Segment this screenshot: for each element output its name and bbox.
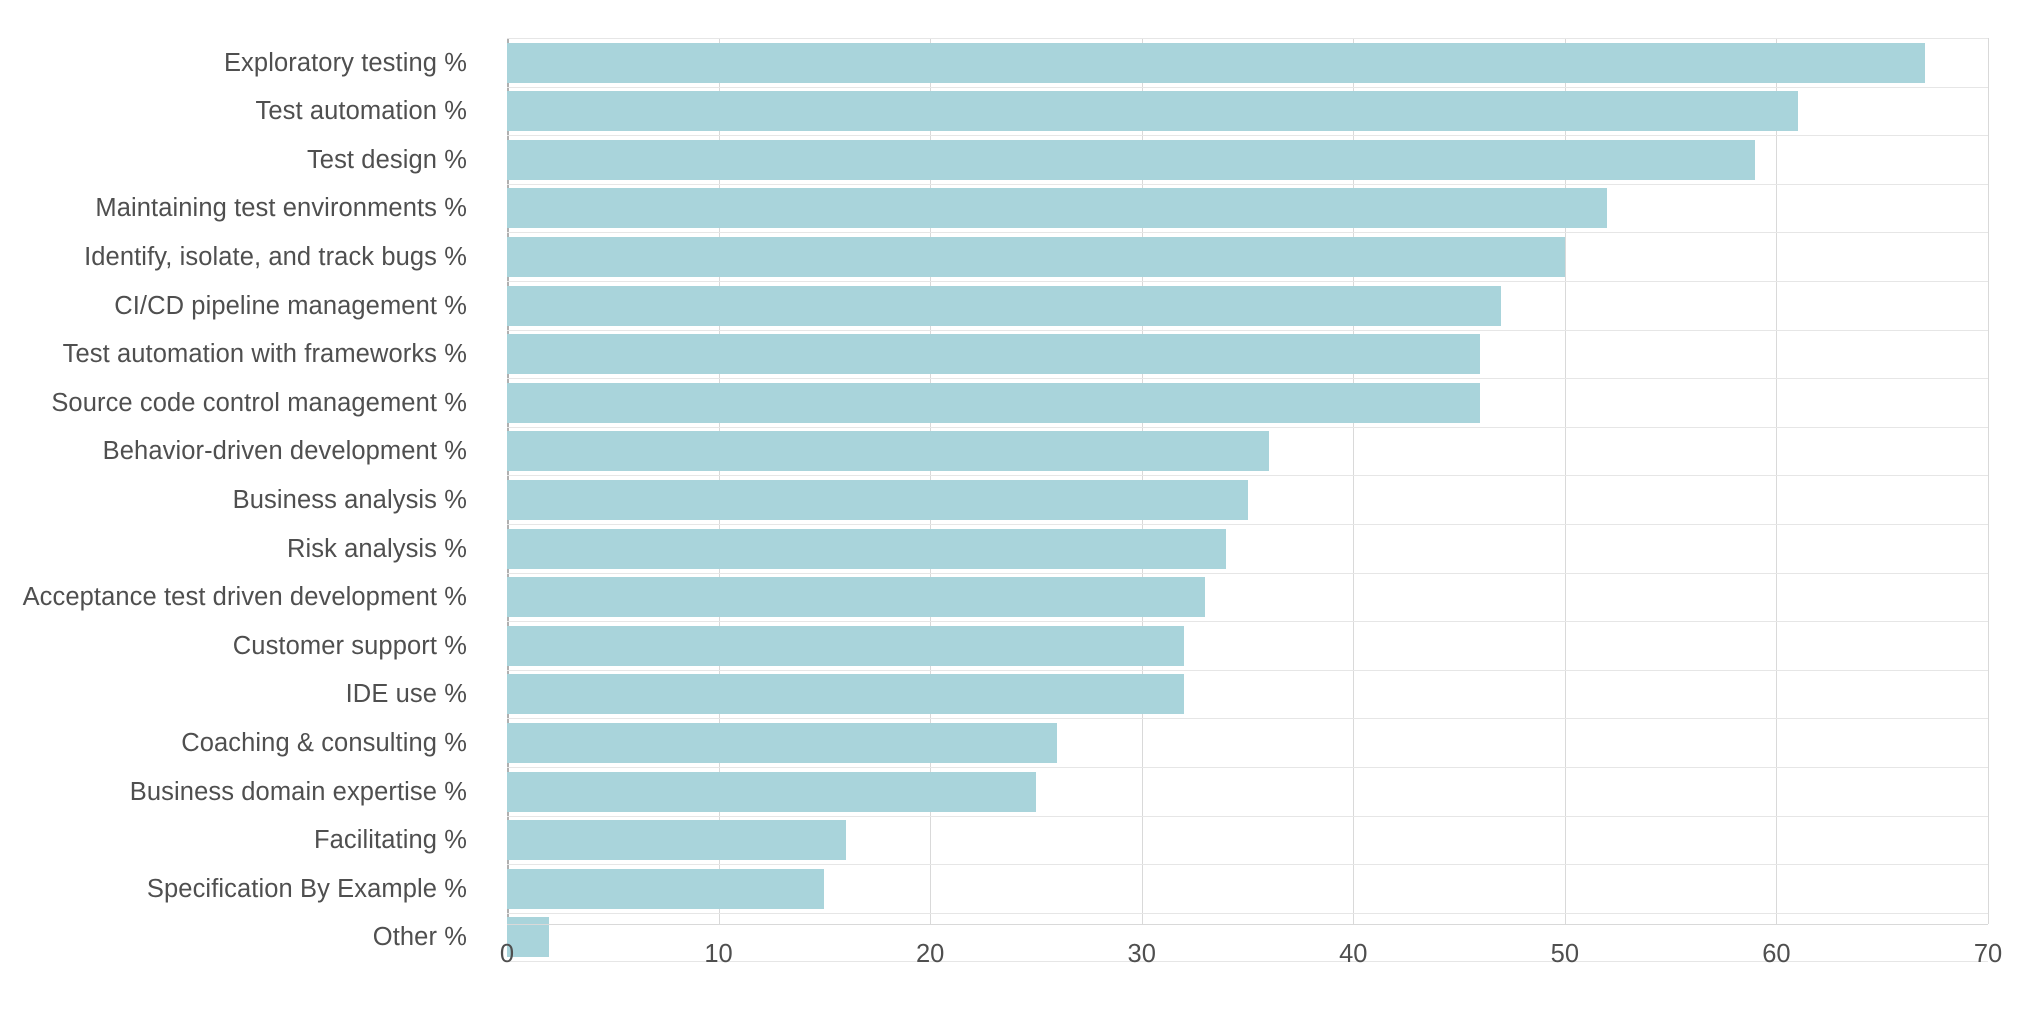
row-separator — [507, 86, 1988, 88]
row-separator — [507, 621, 1988, 623]
bar[interactable] — [507, 334, 1481, 375]
row-separator — [507, 815, 1988, 817]
bar[interactable] — [507, 577, 1206, 618]
x-tick-label-60: 60 — [1762, 940, 1791, 968]
bar[interactable] — [507, 139, 1756, 180]
y-axis-label: Maintaining test environments % — [95, 194, 467, 223]
y-axis-label: Facilitating % — [313, 826, 467, 855]
bar[interactable] — [507, 431, 1269, 472]
y-axis-label: Behavior-driven development % — [102, 437, 467, 466]
y-axis-label: Test automation % — [255, 97, 467, 126]
y-axis-label: Business analysis % — [232, 485, 467, 514]
y-axis-label: Business domain expertise % — [129, 777, 467, 806]
y-axis-label: Identify, isolate, and track bugs % — [84, 242, 467, 271]
y-axis-label: Risk analysis % — [286, 534, 467, 563]
y-axis-label: Coaching & consulting % — [181, 728, 467, 757]
y-axis-label: CI/CD pipeline management % — [114, 291, 467, 320]
row-separator — [507, 183, 1988, 185]
bar[interactable] — [507, 771, 1036, 812]
y-axis-category-labels: Exploratory testing % Test automation % Te… — [0, 38, 487, 952]
horizontal-bar-chart: Exploratory testing % Test automation % Te… — [0, 0, 2032, 1026]
x-axis-tick-labels: 0 10 20 30 40 50 60 70 — [0, 940, 2032, 990]
row-separator — [507, 718, 1988, 720]
x-tick-label-30: 30 — [1127, 940, 1156, 968]
x-gridline-60 — [1776, 38, 1778, 924]
row-separator — [507, 378, 1988, 380]
row-separator — [507, 281, 1988, 282]
y-axis-label: Exploratory testing % — [223, 48, 467, 77]
y-axis-label: Test automation with frameworks % — [62, 340, 467, 369]
x-axis-line — [507, 924, 1988, 925]
bar[interactable] — [507, 285, 1502, 326]
y-axis-label: Test design % — [306, 145, 467, 174]
x-tick-label-70: 70 — [1973, 940, 2003, 968]
bar[interactable] — [507, 479, 1248, 520]
x-tick-label-50: 50 — [1550, 940, 1580, 968]
x-tick-label-0: 0 — [499, 940, 515, 968]
bar[interactable] — [507, 42, 1925, 83]
x-gridline-70 — [1988, 38, 1989, 924]
row-separator — [507, 329, 1988, 331]
row-separator — [507, 767, 1988, 768]
y-axis-label: IDE use % — [345, 680, 467, 709]
row-separator — [507, 38, 1988, 39]
bar[interactable] — [507, 188, 1608, 229]
row-separator — [507, 232, 1988, 234]
bar[interactable] — [507, 674, 1185, 715]
y-axis-label: Acceptance test driven development % — [22, 583, 467, 612]
x-tick-label-10: 10 — [704, 940, 733, 968]
bar[interactable] — [507, 625, 1185, 666]
bar[interactable] — [507, 722, 1058, 763]
bar[interactable] — [507, 868, 825, 909]
row-separator — [507, 669, 1988, 671]
row-separator — [507, 912, 1988, 914]
bar[interactable] — [507, 91, 1798, 132]
bar[interactable] — [507, 528, 1227, 569]
row-separator — [507, 426, 1988, 428]
row-separator — [507, 572, 1988, 574]
y-axis-label: Source code control management % — [51, 388, 467, 417]
bar[interactable] — [507, 236, 1565, 277]
row-separator — [507, 135, 1988, 137]
bar[interactable] — [507, 382, 1481, 423]
x-tick-label-20: 20 — [915, 940, 945, 968]
x-tick-label-40: 40 — [1339, 940, 1368, 968]
row-separator — [507, 524, 1988, 525]
row-separator — [507, 475, 1988, 477]
y-axis-label: Customer support % — [232, 631, 467, 660]
bar[interactable] — [507, 820, 846, 861]
row-separator — [507, 864, 1988, 866]
y-axis-label: Specification By Example % — [146, 874, 467, 903]
plot-area — [507, 38, 1989, 963]
